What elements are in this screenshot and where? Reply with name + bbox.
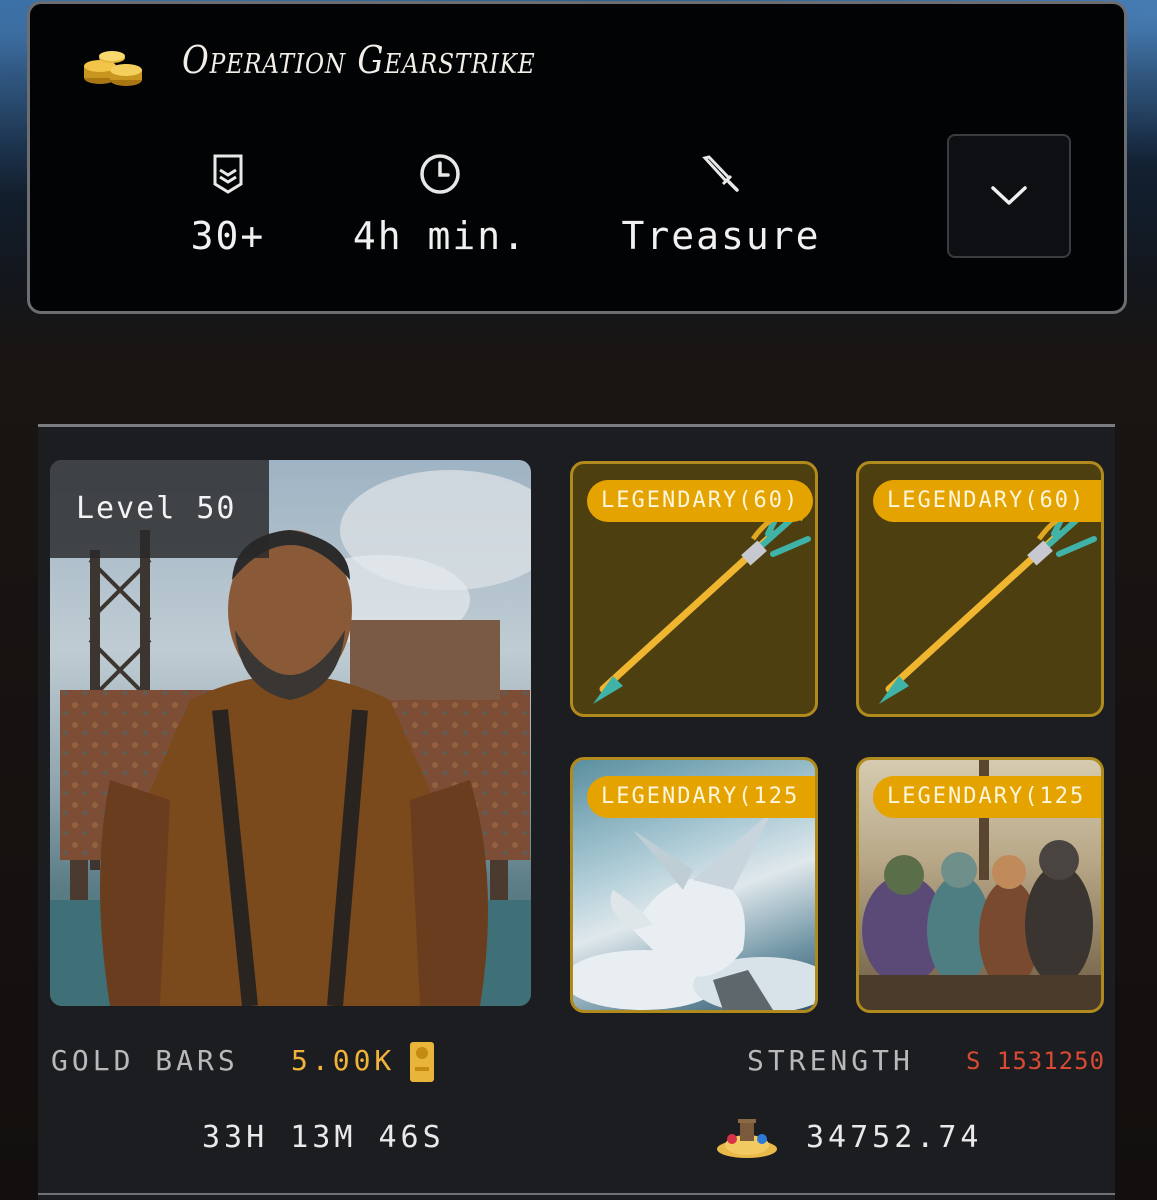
item-card-pirate-crew[interactable]: LEGENDARY(125 xyxy=(856,757,1104,1013)
hero-portrait[interactable]: Level 50 xyxy=(50,460,531,1006)
item-card-dragon[interactable]: LEGENDARY(125 xyxy=(570,757,818,1013)
mission-type: Treasure xyxy=(596,152,846,258)
strength-label: STRENGTH xyxy=(747,1044,914,1077)
strength-value: S 1531250 xyxy=(966,1047,1106,1075)
treasure-pile-icon xyxy=(717,1119,777,1158)
item-card-trident-1[interactable]: LEGENDARY(60) xyxy=(570,461,818,717)
divider xyxy=(38,1193,1115,1195)
hero-panel: Level 50 LEGENDARY(60) LEGENDARY(60) LEG… xyxy=(38,424,1115,1200)
item-rarity-tag: LEGENDARY(125 xyxy=(587,776,815,818)
hero-level-badge: Level 50 xyxy=(50,460,269,558)
duration: 4h min. xyxy=(330,152,550,258)
gold-coins-icon xyxy=(84,51,142,86)
gold-bars-value: 5.00K xyxy=(291,1044,396,1077)
mission-type-value: Treasure xyxy=(621,214,821,258)
mission-page: Operation Gearstrike 30+ 4h min. Treasur xyxy=(0,0,1157,1200)
gold-bars-label: GOLD BARS xyxy=(51,1044,239,1077)
mission-title: Operation Gearstrike xyxy=(182,38,536,82)
item-rarity-tag: LEGENDARY(60) xyxy=(587,480,814,522)
level-requirement-value: 30+ xyxy=(190,214,266,258)
countdown-timer: 33H 13M 46S xyxy=(202,1120,445,1155)
level-requirement: 30+ xyxy=(180,152,276,258)
mission-card: Operation Gearstrike 30+ 4h min. Treasur xyxy=(27,1,1127,314)
gold-bar-icon xyxy=(410,1042,434,1082)
expand-button[interactable] xyxy=(947,134,1071,258)
chevron-down-icon xyxy=(991,186,1027,205)
rank-chevron-icon xyxy=(213,154,243,194)
duration-value: 4h min. xyxy=(352,214,528,258)
item-rarity-tag: LEGENDARY(125 xyxy=(873,776,1101,818)
item-rarity-tag: LEGENDARY(60) xyxy=(873,480,1101,522)
item-card-trident-2[interactable]: LEGENDARY(60) xyxy=(856,461,1104,717)
treasure-value: 34752.74 xyxy=(806,1120,983,1155)
clock-icon xyxy=(420,154,460,194)
sword-icon xyxy=(702,155,739,192)
